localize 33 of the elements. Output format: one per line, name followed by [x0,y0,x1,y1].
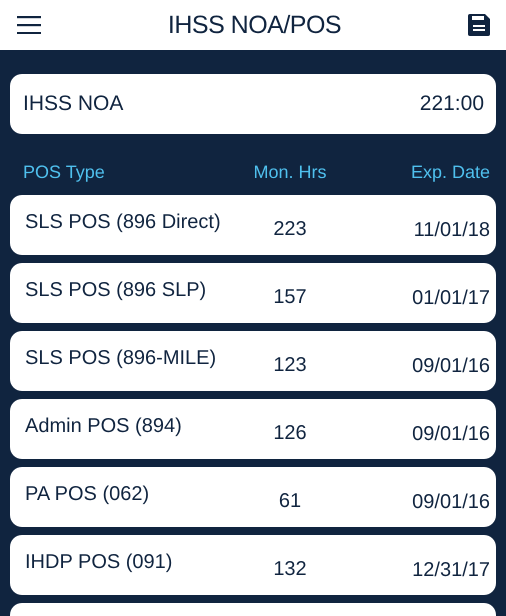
expiration-date: 12/31/17 [411,558,490,582]
pos-row[interactable]: SLS POS (896 Direct) 223 11/01/18 [10,195,496,255]
expiration-date: 11/01/18 [412,218,490,242]
pos-type: SLS POS (896-MILE) [25,346,218,370]
monthly-hours: 157 [272,286,308,308]
pos-type: SLS POS (896 Direct) [25,210,222,234]
save-button[interactable] [468,14,490,36]
noa-hours: 221:00 [420,92,484,116]
monthly-hours: 126 [272,422,308,444]
monthly-hours: 61 [278,490,302,512]
pos-row[interactable]: IHDP POS (091) 132 12/31/17 [10,535,496,595]
menu-icon [17,16,41,34]
pos-type: PA POS (062) [25,482,150,506]
pos-row[interactable]: Admin POS (894) 126 09/01/16 [10,399,496,459]
page-title: IHSS NOA/POS [168,10,342,40]
pos-type: IHDP POS (091) [25,550,174,574]
pos-row[interactable]: SLS POS (896 SLP) 157 01/01/17 [10,263,496,323]
pos-type: SLS POS (896 SLP) [25,278,208,302]
column-header: Mon. Hrs [252,162,328,183]
expiration-date: 09/01/16 [411,490,490,514]
noa-label: IHSS NOA [23,92,124,116]
monthly-hours: 223 [272,218,308,240]
menu-button[interactable] [17,16,41,34]
column-header: Exp. Date [410,162,490,183]
column-header: POS Type [23,162,106,183]
expiration-date: 09/01/16 [411,422,490,446]
monthly-hours: 123 [272,354,308,376]
expiration-date: 01/01/17 [411,286,490,310]
pos-type: Admin POS (894) [25,414,183,438]
pos-row[interactable]: PA POS (062) 61 09/01/16 [10,467,496,527]
monthly-hours: 132 [272,558,308,580]
expiration-date: 09/01/16 [411,354,490,378]
pos-row[interactable]: SLS POS (896-MILE) 123 09/01/16 [10,331,496,391]
